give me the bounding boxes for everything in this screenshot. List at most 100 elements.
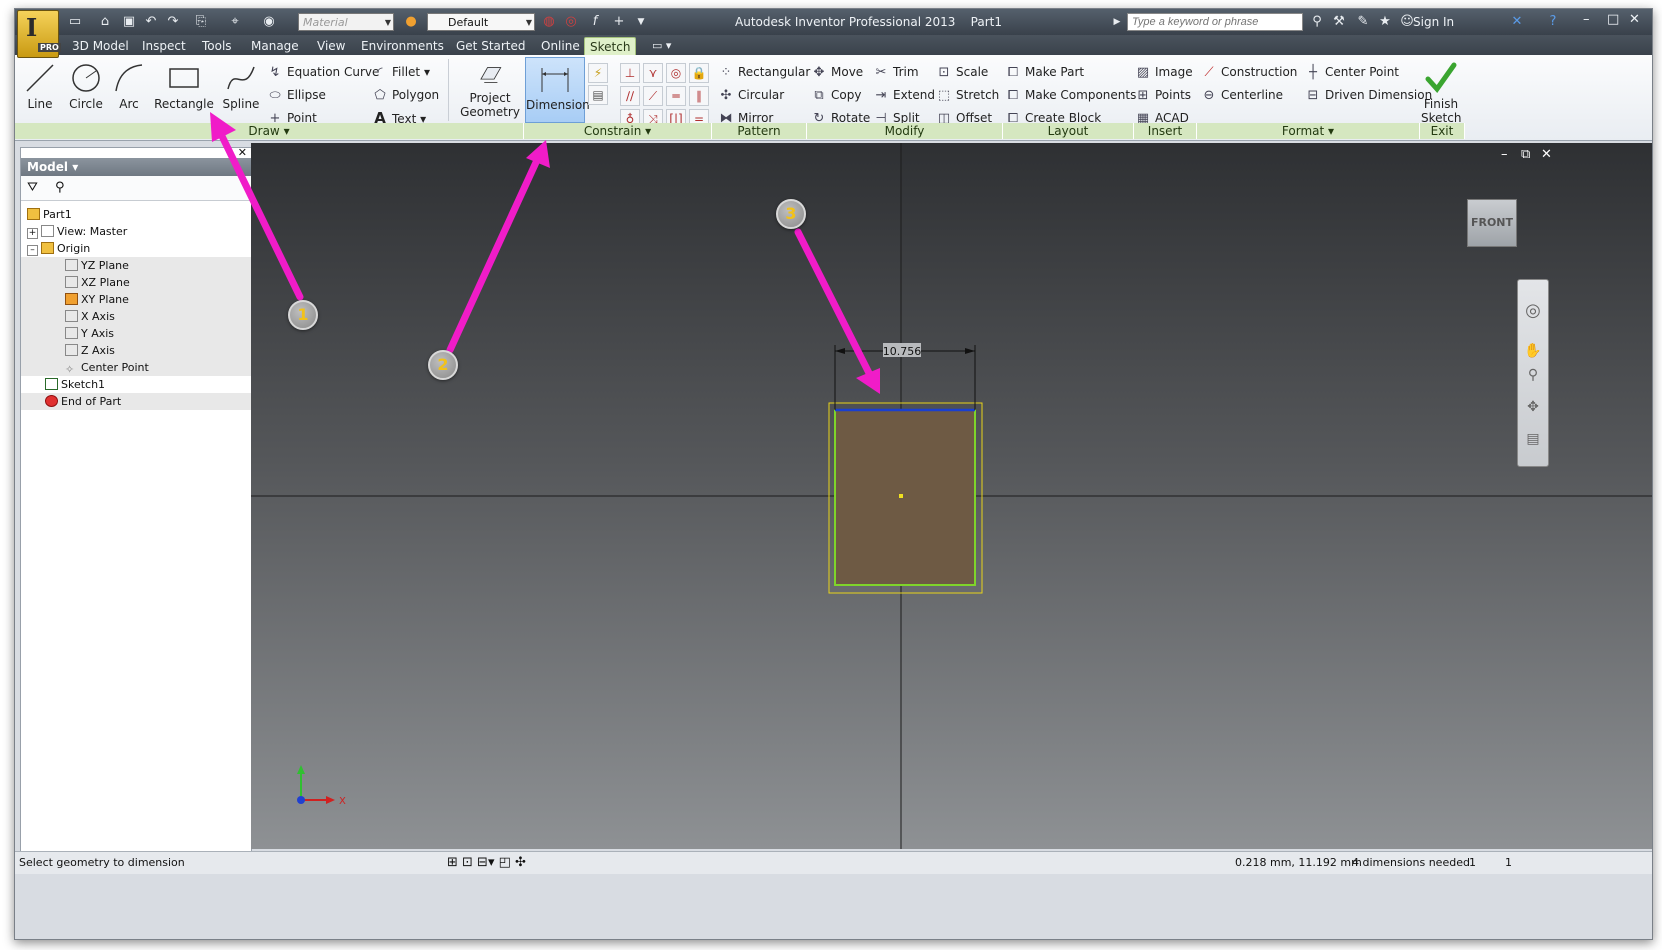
return-icon[interactable]: ⎘ (193, 14, 209, 30)
viewcube[interactable]: FRONT (1467, 199, 1517, 247)
expand-icon[interactable]: + (27, 228, 38, 239)
dimension-button[interactable]: Dimension (525, 57, 590, 123)
image-button[interactable]: ▨ Image (1135, 63, 1193, 81)
minimize-icon[interactable]: – (1583, 12, 1590, 27)
show-constraints-icon[interactable]: ▤ (588, 85, 608, 105)
tree-node-x-axis[interactable]: X Axis (21, 308, 251, 325)
center-point-button[interactable]: ┼ Center Point (1305, 63, 1399, 81)
graphics-window[interactable]: – ⧉ ✕ 10.756 X FRONT ◎ ✋ ⚲ ✥ ▤ (251, 143, 1652, 849)
parallel-icon[interactable]: ∕∕ (620, 86, 640, 106)
tree-node-view-master[interactable]: + View: Master (21, 223, 251, 240)
centerline-button[interactable]: ⊖ Centerline (1201, 86, 1284, 104)
extend-button[interactable]: ⇥ Extend (873, 86, 935, 104)
clear-icon[interactable]: ◎ (563, 14, 579, 30)
tree-node-xz-plane[interactable]: XZ Plane (21, 274, 251, 291)
binoculars-icon[interactable]: ⚲ (55, 180, 65, 195)
tab-get-started[interactable]: Get Started (451, 37, 531, 55)
tree-node-center-point[interactable]: ✧ Center Point (21, 359, 251, 376)
new-icon[interactable]: ▭ (67, 14, 83, 30)
tree-node-xy-plane[interactable]: XY Plane (21, 291, 251, 308)
expand-search-icon[interactable]: ▶ (1109, 14, 1125, 30)
collapse-icon[interactable]: – (27, 245, 38, 256)
tab-3d-model[interactable]: 3D Model (67, 37, 134, 55)
tab-environments[interactable]: Environments (356, 37, 449, 55)
constrain-panel-bar[interactable]: Constrain ▾ (524, 123, 712, 139)
browser-header[interactable]: Model ▾ (21, 158, 251, 176)
crosshair-icon[interactable]: + (611, 14, 627, 30)
scale-button[interactable]: ⊡ Scale (936, 63, 989, 81)
make-part-button[interactable]: ⧠ Make Part (1005, 63, 1084, 81)
draw-panel-bar[interactable]: Draw ▾ (15, 123, 524, 139)
circle-button[interactable]: Circle (63, 57, 109, 121)
tree-node-end-of-part[interactable]: End of Part (21, 393, 251, 410)
move-button[interactable]: ✥ Move (811, 63, 864, 81)
close-icon[interactable]: ✕ (1629, 12, 1640, 27)
help-icon[interactable]: ? (1545, 14, 1561, 30)
update-icon[interactable]: ◉ (261, 14, 277, 30)
trim-button[interactable]: ✂ Trim (873, 63, 919, 81)
stretch-button[interactable]: ⬚ Stretch (936, 86, 999, 104)
binoculars-icon[interactable]: ⚲ (1309, 14, 1325, 30)
tree-node-part1[interactable]: Part1 (21, 206, 251, 223)
construction-button[interactable]: ⟋ Construction (1201, 63, 1297, 81)
appearance-dropdown[interactable]: Default ▼ (427, 13, 535, 31)
tab-manage[interactable]: Manage (246, 37, 304, 55)
undo-icon[interactable]: ↶ (143, 14, 159, 30)
restore-icon[interactable]: □ (1607, 12, 1619, 27)
tab-sketch[interactable]: Sketch (584, 37, 637, 56)
points-button[interactable]: ⊞ Points (1135, 86, 1192, 104)
format-panel-bar[interactable]: Format ▾ (1197, 123, 1420, 139)
exchange-icon[interactable]: ✕ (1509, 14, 1525, 30)
pan-icon[interactable]: ✋ (1524, 342, 1542, 360)
rectangular-pattern-button[interactable]: ⁘ Rectangular (718, 63, 811, 81)
tree-node-sketch1[interactable]: Sketch1 (21, 376, 251, 393)
driven-dimension-button[interactable]: ⊟ Driven Dimension (1305, 86, 1433, 104)
spline-button[interactable]: Spline (218, 57, 264, 121)
tree-node-y-axis[interactable]: Y Axis (21, 325, 251, 342)
communication-icon[interactable]: ✎ (1355, 14, 1371, 30)
save-icon[interactable]: ▣ (121, 14, 137, 30)
project-geometry-button[interactable]: Project Geometry (460, 57, 520, 121)
ribbon-options-icon[interactable]: ▭ ▾ (652, 39, 671, 52)
circular-pattern-button[interactable]: ✣ Circular (718, 86, 785, 104)
tab-tools[interactable]: Tools (197, 37, 237, 55)
filter-icon[interactable]: ⛛ (27, 180, 38, 195)
select-icon[interactable]: ⌖ (227, 14, 243, 30)
tree-node-z-axis[interactable]: Z Axis (21, 342, 251, 359)
tab-online[interactable]: Online (536, 37, 585, 55)
horizontal-icon[interactable]: ═ (666, 86, 686, 106)
orbit-icon[interactable]: ✥ (1524, 398, 1542, 416)
fx-icon[interactable]: f (587, 14, 603, 30)
open-icon[interactable]: ⌂ (97, 14, 113, 30)
auto-dimension-icon[interactable]: ⚡ (588, 63, 608, 83)
copy-button[interactable]: ⧉ Copy (811, 86, 861, 104)
tree-node-yz-plane[interactable]: YZ Plane (21, 257, 251, 274)
material-dropdown[interactable]: Material ▼ (298, 13, 394, 31)
coincident-icon[interactable]: ⋎ (643, 63, 663, 83)
concentric-icon[interactable]: ◎ (666, 63, 686, 83)
steering-wheel-icon[interactable]: ◎ (1524, 302, 1542, 320)
redo-icon[interactable]: ↷ (165, 14, 181, 30)
collinear-icon[interactable]: ⟋ (643, 86, 663, 106)
tab-inspect[interactable]: Inspect (137, 37, 191, 55)
application-menu-button[interactable]: I PRO (17, 10, 61, 58)
polygon-button[interactable]: ⬠ Polygon (372, 86, 439, 104)
customize-icon[interactable]: ▼ (633, 14, 649, 30)
perpendicular-icon[interactable]: ⊥ (620, 63, 640, 83)
fix-icon[interactable]: 🔒 (689, 63, 709, 83)
rectangle-button[interactable]: Rectangle (153, 57, 215, 121)
fillet-button[interactable]: ◜ Fillet ▾ (372, 63, 430, 81)
ellipse-button[interactable]: ⬭ Ellipse (267, 86, 325, 104)
finish-sketch-button[interactable]: Finish Sketch (1421, 57, 1461, 125)
vertical-icon[interactable]: ∥ (689, 86, 709, 106)
adjust-icon[interactable]: ◍ (541, 14, 557, 30)
line-button[interactable]: Line (17, 57, 63, 121)
search-input[interactable] (1127, 13, 1303, 31)
look-at-icon[interactable]: ▤ (1524, 430, 1542, 448)
arc-button[interactable]: Arc (106, 57, 152, 121)
make-components-button[interactable]: ⧠ Make Components (1005, 86, 1137, 104)
favorites-icon[interactable]: ★ (1377, 14, 1393, 30)
sign-in-link[interactable]: Sign In (1413, 15, 1454, 29)
equation-curve-button[interactable]: ↯ Equation Curve (267, 63, 380, 81)
tree-node-origin[interactable]: – Origin (21, 240, 251, 257)
